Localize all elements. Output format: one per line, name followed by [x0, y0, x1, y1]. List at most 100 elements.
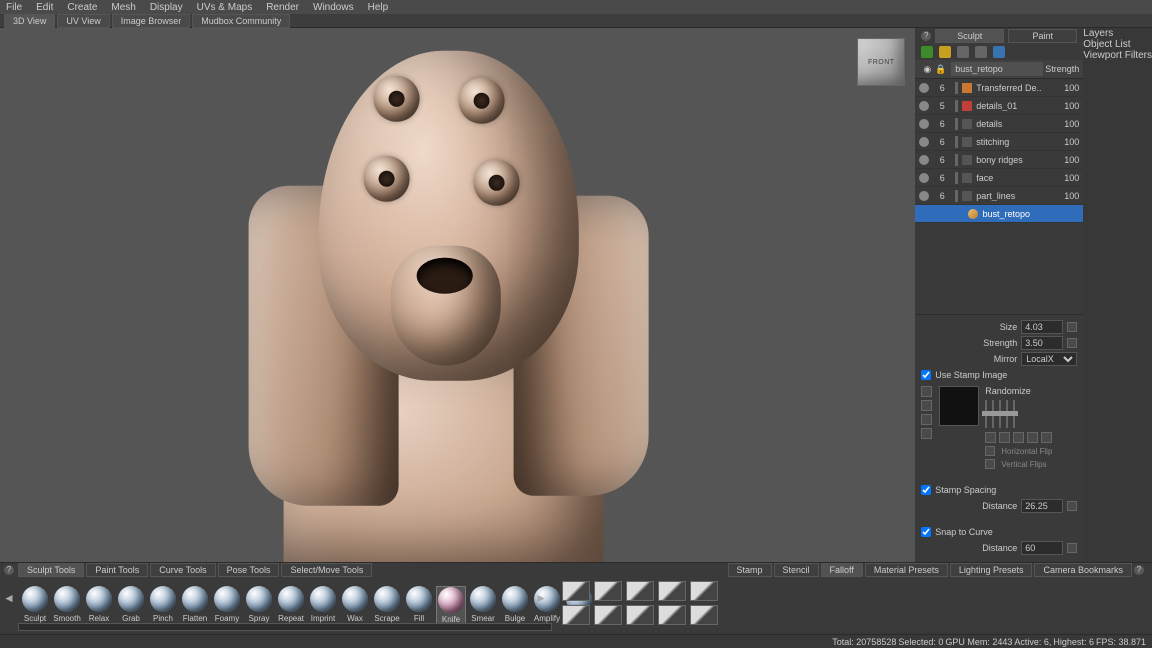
- falloff-preset[interactable]: [658, 581, 686, 601]
- rand-slider[interactable]: [992, 400, 994, 428]
- new-layer-icon[interactable]: [921, 46, 933, 58]
- falloff-preset[interactable]: [594, 605, 622, 625]
- menu-mesh[interactable]: Mesh: [111, 2, 135, 13]
- lock-header-icon[interactable]: 🔒: [935, 64, 949, 75]
- strength-input[interactable]: [1021, 336, 1063, 350]
- rand-slider[interactable]: [985, 400, 987, 428]
- viewport-3d[interactable]: FRONT: [0, 28, 915, 562]
- spacing-stepper-icon[interactable]: [1067, 501, 1077, 511]
- rand-move-icon[interactable]: [999, 432, 1010, 443]
- hflip-checkbox[interactable]: [985, 446, 995, 456]
- vflip-checkbox[interactable]: [985, 459, 995, 469]
- tool-relax[interactable]: Relax: [84, 586, 114, 625]
- merge-layer-icon[interactable]: [993, 46, 1005, 58]
- visibility-header-icon[interactable]: ◉: [919, 64, 935, 75]
- tool-sculpt[interactable]: Sculpt: [20, 586, 50, 625]
- rand-scale-icon[interactable]: [1013, 432, 1024, 443]
- falloff-preset[interactable]: [690, 605, 718, 625]
- view-cube[interactable]: FRONT: [857, 38, 905, 86]
- tab-3d-view[interactable]: 3D View: [4, 14, 55, 28]
- sidetab-layers[interactable]: Layers: [1083, 28, 1152, 39]
- tool-smear[interactable]: Smear: [468, 586, 498, 625]
- stamp-lock-icon[interactable]: [921, 386, 932, 397]
- layer-row[interactable]: 6details100: [915, 115, 1083, 133]
- tool-knife[interactable]: Knife: [436, 586, 466, 625]
- export-layer-icon[interactable]: [975, 46, 987, 58]
- tab-image-browser[interactable]: Image Browser: [112, 14, 191, 28]
- layer-row[interactable]: 6stitching100: [915, 133, 1083, 151]
- rand-slider[interactable]: [1006, 400, 1008, 428]
- menu-edit[interactable]: Edit: [36, 2, 53, 13]
- falloff-preset[interactable]: [562, 605, 590, 625]
- tool-repeat[interactable]: Repeat: [276, 586, 306, 625]
- tab-uv-view[interactable]: UV View: [57, 14, 109, 28]
- tool-grab[interactable]: Grab: [116, 586, 146, 625]
- help-icon[interactable]: ?: [921, 31, 931, 41]
- spacing-dist-input[interactable]: [1021, 499, 1063, 513]
- sidetab-object-list[interactable]: Object List: [1083, 39, 1152, 50]
- tool-wax[interactable]: Wax: [340, 586, 370, 625]
- falloff-preset[interactable]: [690, 581, 718, 601]
- stamp-thumbnail[interactable]: [939, 386, 979, 426]
- layer-row[interactable]: 6face100: [915, 169, 1083, 187]
- tool-pinch[interactable]: Pinch: [148, 586, 178, 625]
- visibility-dot-icon[interactable]: [919, 119, 929, 129]
- sculpt-mesh[interactable]: [203, 36, 683, 562]
- stamp-spacing-checkbox[interactable]: [921, 485, 931, 495]
- tool-spray[interactable]: Spray: [244, 586, 274, 625]
- shelftab-material-presets[interactable]: Material Presets: [865, 563, 948, 577]
- shelftab-paint-tools[interactable]: Paint Tools: [86, 563, 148, 577]
- shelftab-pose-tools[interactable]: Pose Tools: [218, 563, 280, 577]
- layer-row[interactable]: 6part_lines100: [915, 187, 1083, 205]
- menu-display[interactable]: Display: [150, 2, 183, 13]
- shelftab-curve-tools[interactable]: Curve Tools: [150, 563, 215, 577]
- visibility-dot-icon[interactable]: [919, 155, 929, 165]
- shelftab-select-move-tools[interactable]: Select/Move Tools: [281, 563, 372, 577]
- stamp-rotate-icon[interactable]: [921, 400, 932, 411]
- falloff-preset[interactable]: [626, 581, 654, 601]
- visibility-dot-icon[interactable]: [919, 83, 929, 93]
- falloff-preset[interactable]: [562, 581, 590, 601]
- visibility-dot-icon[interactable]: [919, 137, 929, 147]
- rand-reset-icon[interactable]: [1041, 432, 1052, 443]
- tool-imprint[interactable]: Imprint: [308, 586, 338, 625]
- shelftab-sculpt-tools[interactable]: Sculpt Tools: [18, 563, 84, 577]
- tool-flatten[interactable]: Flatten: [180, 586, 210, 625]
- falloff-preset[interactable]: [658, 605, 686, 625]
- scroll-right-icon[interactable]: ►: [534, 591, 548, 605]
- import-layer-icon[interactable]: [957, 46, 969, 58]
- snap-curve-checkbox[interactable]: [921, 527, 931, 537]
- tool-fill[interactable]: Fill: [404, 586, 434, 625]
- falloff-preset[interactable]: [594, 581, 622, 601]
- menu-create[interactable]: Create: [67, 2, 97, 13]
- layer-row[interactable]: 6bony ridges100: [915, 151, 1083, 169]
- shelftab-falloff[interactable]: Falloff: [821, 563, 863, 577]
- menu-uvs-maps[interactable]: UVs & Maps: [197, 2, 253, 13]
- sidetab-viewport-filters[interactable]: Viewport Filters: [1083, 50, 1152, 61]
- layer-root-name[interactable]: bust_retopo: [951, 62, 1043, 76]
- tool-smooth[interactable]: Smooth: [52, 586, 82, 625]
- tool-bulge[interactable]: Bulge: [500, 586, 530, 625]
- mode-paint[interactable]: Paint: [1008, 29, 1077, 43]
- use-stamp-checkbox[interactable]: [921, 370, 931, 380]
- shelftab-stencil[interactable]: Stencil: [774, 563, 819, 577]
- stamp-browse-icon[interactable]: [921, 428, 932, 439]
- scroll-left-icon[interactable]: ◄: [2, 591, 16, 605]
- shelf-help-icon[interactable]: ?: [4, 565, 14, 575]
- size-stepper-icon[interactable]: [1067, 322, 1077, 332]
- menu-render[interactable]: Render: [266, 2, 299, 13]
- rand-flip-icon[interactable]: [1027, 432, 1038, 443]
- stamp-reset-icon[interactable]: [921, 414, 932, 425]
- rand-slider[interactable]: [999, 400, 1001, 428]
- visibility-dot-icon[interactable]: [919, 101, 929, 111]
- strength-stepper-icon[interactable]: [1067, 338, 1077, 348]
- mode-sculpt[interactable]: Sculpt: [935, 29, 1004, 43]
- tool-scrape[interactable]: Scrape: [372, 586, 402, 625]
- snap-dist-input[interactable]: [1021, 541, 1063, 555]
- mirror-select[interactable]: LocalX: [1021, 352, 1077, 366]
- shelf-help-icon[interactable]: ?: [1134, 565, 1144, 575]
- tab-mudbox-community[interactable]: Mudbox Community: [192, 14, 290, 28]
- layer-row[interactable]: 5details_01100: [915, 97, 1083, 115]
- menu-help[interactable]: Help: [368, 2, 389, 13]
- folder-icon[interactable]: [939, 46, 951, 58]
